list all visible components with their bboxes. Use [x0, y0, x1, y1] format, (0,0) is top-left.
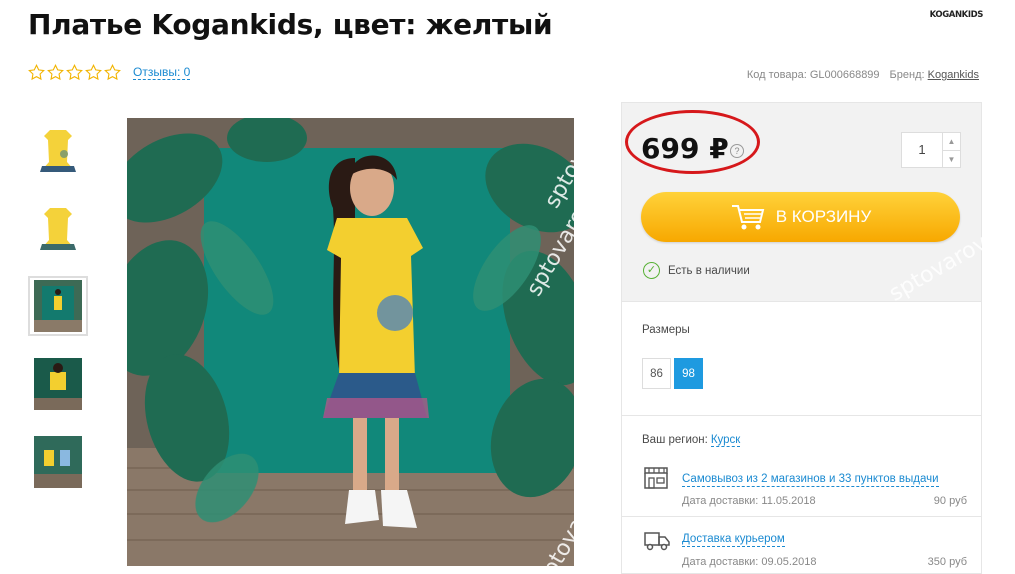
star-icon	[104, 64, 121, 81]
product-code: Код товара: GL000668899	[746, 69, 880, 81]
dress-thumbnail-image	[40, 130, 76, 172]
stock-status: ✓ Есть в наличии	[643, 262, 750, 279]
dress-thumbnail-image	[40, 208, 76, 250]
pickup-link[interactable]: Самовывоз из 2 магазинов и 33 пунктов вы…	[682, 473, 939, 487]
thumbnail[interactable]	[28, 354, 88, 414]
thumbnail-active[interactable]	[28, 276, 88, 336]
main-product-photo[interactable]: sptovarov.ru sptovarov.ru	[127, 118, 574, 566]
star-icon	[28, 64, 45, 81]
divider	[621, 415, 982, 416]
product-photo-illustration	[127, 118, 574, 566]
stock-text: Есть в наличии	[668, 264, 750, 277]
star-icon	[47, 64, 64, 81]
rating-stars[interactable]	[28, 64, 121, 81]
divider	[621, 516, 982, 517]
thumbnail-list	[28, 120, 88, 510]
add-to-cart-button[interactable]: В КОРЗИНУ	[641, 192, 960, 242]
thumbnail[interactable]	[28, 198, 88, 258]
quantity-stepper[interactable]: 1 ▲ ▼	[901, 132, 961, 168]
girl-thumbnail-image	[34, 358, 82, 410]
chevron-down-icon[interactable]: ▼	[943, 151, 960, 168]
courier-price: 350 руб	[927, 556, 967, 568]
rating-row: Отзывы: 0	[28, 64, 191, 81]
quantity-arrows: ▲ ▼	[942, 133, 960, 167]
region-city-link[interactable]: Курск	[710, 434, 741, 447]
thumbnail[interactable]	[28, 120, 88, 180]
girl-thumbnail-image	[34, 280, 82, 332]
store-icon	[644, 467, 668, 489]
courier-date: Дата доставки: 09.05.2018	[682, 556, 817, 568]
product-meta: Код товара: GL000668899 Бренд: Kogankids	[747, 69, 979, 81]
check-icon: ✓	[643, 262, 660, 279]
brand-logo[interactable]: KOGANKIDS	[930, 10, 984, 20]
size-option-86[interactable]: 86	[642, 358, 671, 389]
page-title: Платье Kogankids, цвет: желтый	[28, 8, 553, 41]
brand-link[interactable]: Kogankids	[928, 69, 979, 81]
region-selector: Ваш регион: Курск	[642, 434, 741, 447]
cart-icon	[731, 205, 765, 230]
truck-icon	[644, 532, 670, 551]
sizes-label: Размеры	[642, 324, 690, 336]
thumbnail[interactable]	[28, 432, 88, 492]
girls-thumbnail-image	[34, 436, 82, 488]
quantity-value[interactable]: 1	[902, 133, 942, 167]
courier-link[interactable]: Доставка курьером	[682, 533, 785, 547]
star-icon	[85, 64, 102, 81]
star-icon	[66, 64, 83, 81]
pickup-price: 90 руб	[933, 495, 967, 507]
size-option-98[interactable]: 98	[674, 358, 703, 389]
chevron-up-icon[interactable]: ▲	[943, 133, 960, 151]
reviews-link[interactable]: Отзывы: 0	[133, 65, 191, 80]
add-to-cart-label: В КОРЗИНУ	[775, 207, 872, 226]
pickup-date: Дата доставки: 11.05.2018	[682, 495, 816, 507]
product-brand: Бренд: Kogankids	[889, 69, 979, 81]
price-highlight-circle	[625, 110, 760, 174]
